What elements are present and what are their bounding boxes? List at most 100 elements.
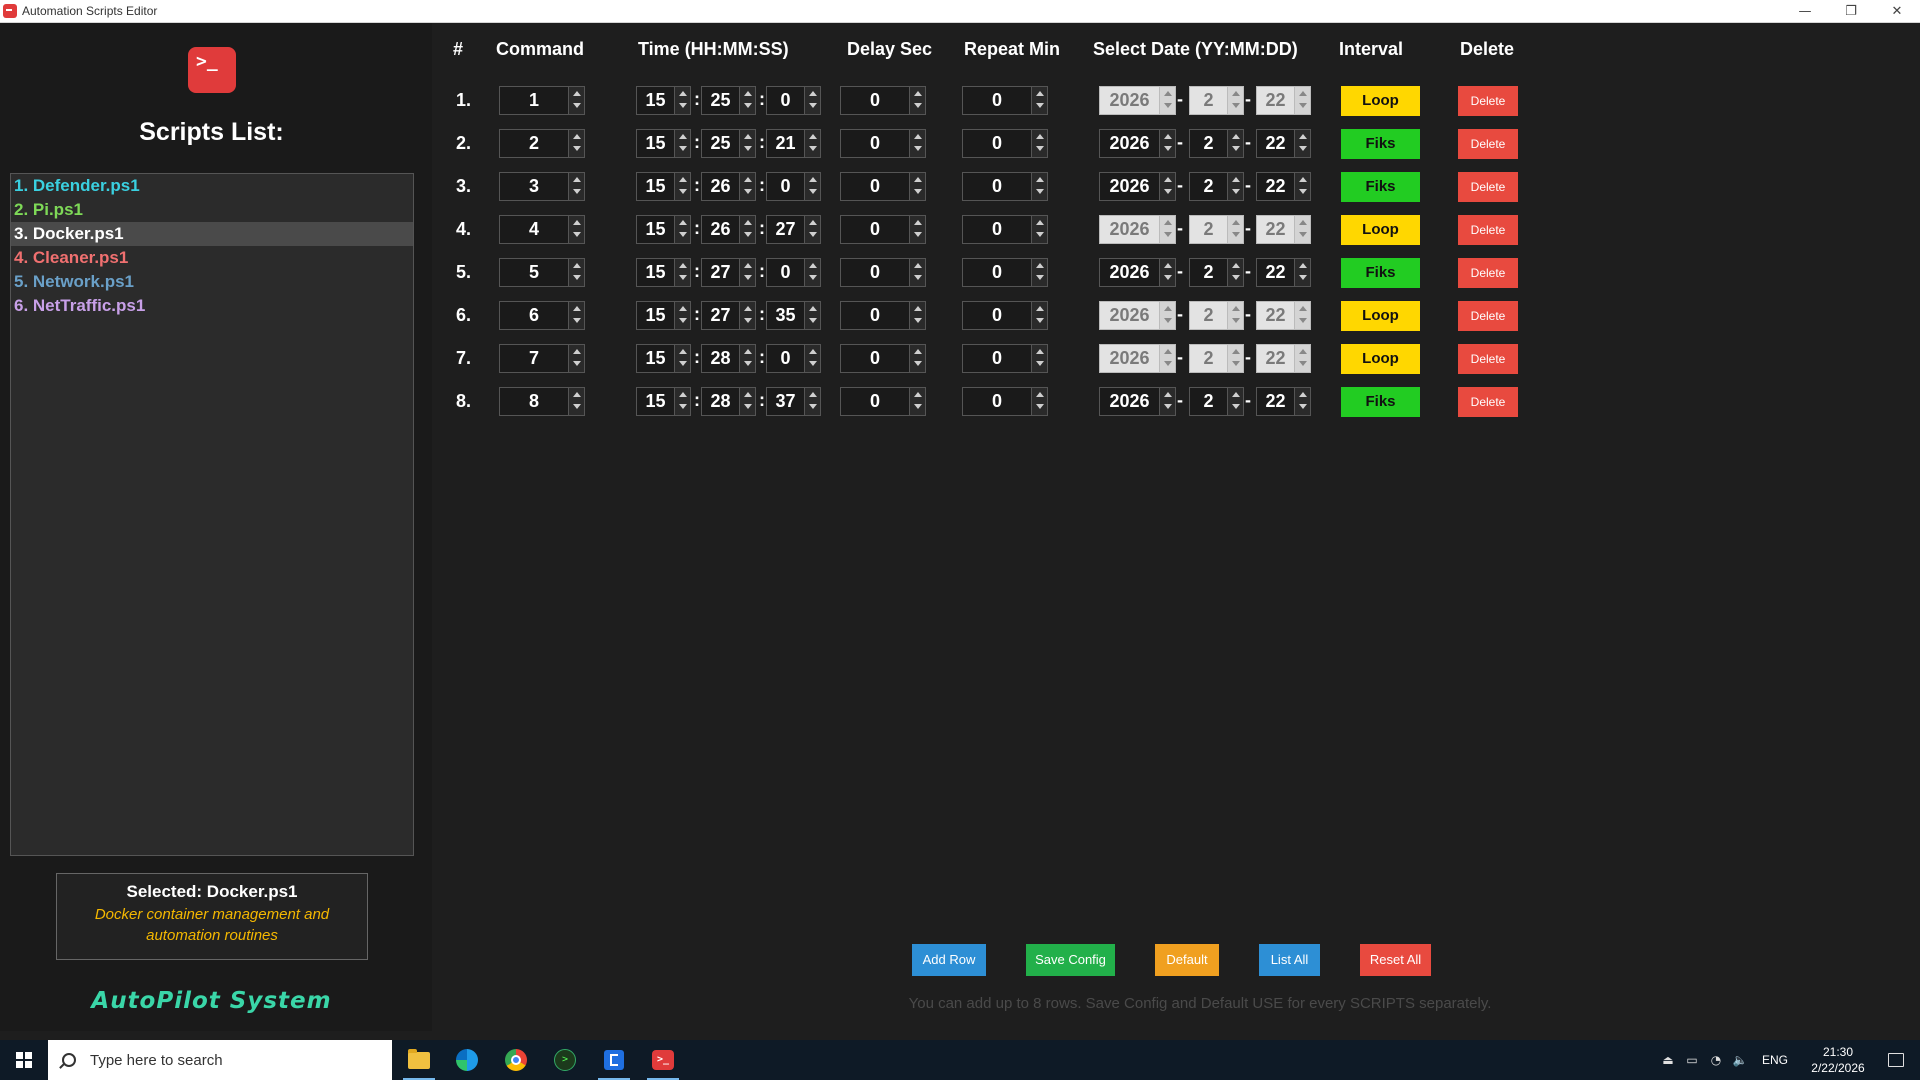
command-spinbox[interactable]: 2 — [499, 129, 585, 158]
script-item[interactable]: 4. Cleaner.ps1 — [11, 246, 413, 270]
delay-spinbox[interactable]: 0 — [840, 129, 926, 158]
spin-arrows-icon[interactable] — [739, 87, 755, 114]
second-spinbox[interactable]: 35 — [766, 301, 821, 330]
spin-arrows-icon[interactable] — [1159, 87, 1175, 114]
delay-spinbox[interactable]: 0 — [840, 258, 926, 287]
spin-arrows-icon[interactable] — [674, 345, 690, 372]
spin-arrows-icon[interactable] — [1159, 259, 1175, 286]
spin-arrows-icon[interactable] — [568, 259, 584, 286]
spin-arrows-icon[interactable] — [909, 173, 925, 200]
command-spinbox[interactable]: 5 — [499, 258, 585, 287]
month-spinbox[interactable]: 2 — [1189, 301, 1244, 330]
delay-spinbox[interactable]: 0 — [840, 387, 926, 416]
spin-arrows-icon[interactable] — [568, 130, 584, 157]
delete-row-button[interactable]: Delete — [1458, 215, 1518, 245]
spin-arrows-icon[interactable] — [804, 388, 820, 415]
day-spinbox[interactable]: 22 — [1256, 129, 1311, 158]
hour-spinbox[interactable]: 15 — [636, 387, 691, 416]
hour-spinbox[interactable]: 15 — [636, 301, 691, 330]
language-indicator[interactable]: ENG — [1752, 1053, 1798, 1067]
second-spinbox[interactable]: 0 — [766, 258, 821, 287]
start-button[interactable] — [0, 1040, 48, 1080]
spin-arrows-icon[interactable] — [674, 87, 690, 114]
day-spinbox[interactable]: 22 — [1256, 215, 1311, 244]
year-spinbox[interactable]: 2026 — [1099, 129, 1176, 158]
minute-spinbox[interactable]: 25 — [701, 129, 756, 158]
year-spinbox[interactable]: 2026 — [1099, 301, 1176, 330]
taskbar-autopilot-app[interactable]: >_ — [639, 1040, 687, 1080]
spin-arrows-icon[interactable] — [1031, 345, 1047, 372]
spin-arrows-icon[interactable] — [1031, 87, 1047, 114]
delay-spinbox[interactable]: 0 — [840, 215, 926, 244]
spin-arrows-icon[interactable] — [674, 130, 690, 157]
minute-spinbox[interactable]: 25 — [701, 86, 756, 115]
repeat-spinbox[interactable]: 0 — [962, 387, 1048, 416]
year-spinbox[interactable]: 2026 — [1099, 172, 1176, 201]
taskbar-edge[interactable] — [443, 1040, 491, 1080]
spin-arrows-icon[interactable] — [739, 388, 755, 415]
taskbar-chrome[interactable] — [492, 1040, 540, 1080]
delete-row-button[interactable]: Delete — [1458, 387, 1518, 417]
spin-arrows-icon[interactable] — [1031, 216, 1047, 243]
delete-row-button[interactable]: Delete — [1458, 258, 1518, 288]
repeat-spinbox[interactable]: 0 — [962, 129, 1048, 158]
month-spinbox[interactable]: 2 — [1189, 344, 1244, 373]
minute-spinbox[interactable]: 27 — [701, 258, 756, 287]
spin-arrows-icon[interactable] — [739, 216, 755, 243]
spin-arrows-icon[interactable] — [568, 345, 584, 372]
spin-arrows-icon[interactable] — [804, 345, 820, 372]
script-item[interactable]: 3. Docker.ps1 — [11, 222, 413, 246]
spin-arrows-icon[interactable] — [1227, 173, 1243, 200]
day-spinbox[interactable]: 22 — [1256, 301, 1311, 330]
hour-spinbox[interactable]: 15 — [636, 129, 691, 158]
month-spinbox[interactable]: 2 — [1189, 172, 1244, 201]
year-spinbox[interactable]: 2026 — [1099, 86, 1176, 115]
month-spinbox[interactable]: 2 — [1189, 129, 1244, 158]
spin-arrows-icon[interactable] — [739, 345, 755, 372]
delay-spinbox[interactable]: 0 — [840, 172, 926, 201]
hour-spinbox[interactable]: 15 — [636, 86, 691, 115]
spin-arrows-icon[interactable] — [804, 173, 820, 200]
hour-spinbox[interactable]: 15 — [636, 172, 691, 201]
wifi-icon[interactable]: ◔ — [1704, 1040, 1728, 1080]
taskbar-terminal[interactable]: > — [541, 1040, 589, 1080]
minimize-button[interactable]: — — [1782, 0, 1828, 23]
spin-arrows-icon[interactable] — [674, 173, 690, 200]
month-spinbox[interactable]: 2 — [1189, 387, 1244, 416]
spin-arrows-icon[interactable] — [568, 173, 584, 200]
year-spinbox[interactable]: 2026 — [1099, 387, 1176, 416]
spin-arrows-icon[interactable] — [804, 259, 820, 286]
usb-icon[interactable]: ⏏ — [1656, 1040, 1680, 1080]
volume-icon[interactable]: 🔈 — [1728, 1040, 1752, 1080]
interval-toggle-button[interactable]: Loop — [1341, 86, 1420, 116]
spin-arrows-icon[interactable] — [804, 302, 820, 329]
day-spinbox[interactable]: 22 — [1256, 172, 1311, 201]
day-spinbox[interactable]: 22 — [1256, 387, 1311, 416]
spin-arrows-icon[interactable] — [1294, 173, 1310, 200]
repeat-spinbox[interactable]: 0 — [962, 86, 1048, 115]
year-spinbox[interactable]: 2026 — [1099, 215, 1176, 244]
spin-arrows-icon[interactable] — [1031, 302, 1047, 329]
interval-toggle-button[interactable]: Fiks — [1341, 129, 1420, 159]
spin-arrows-icon[interactable] — [1294, 87, 1310, 114]
second-spinbox[interactable]: 0 — [766, 172, 821, 201]
taskbar-search[interactable]: Type here to search — [48, 1040, 392, 1080]
spin-arrows-icon[interactable] — [1031, 173, 1047, 200]
spin-arrows-icon[interactable] — [674, 388, 690, 415]
spin-arrows-icon[interactable] — [1159, 216, 1175, 243]
interval-toggle-button[interactable]: Loop — [1341, 301, 1420, 331]
hour-spinbox[interactable]: 15 — [636, 258, 691, 287]
year-spinbox[interactable]: 2026 — [1099, 344, 1176, 373]
spin-arrows-icon[interactable] — [674, 302, 690, 329]
spin-arrows-icon[interactable] — [1031, 130, 1047, 157]
interval-toggle-button[interactable]: Fiks — [1341, 387, 1420, 417]
spin-arrows-icon[interactable] — [1294, 302, 1310, 329]
spin-arrows-icon[interactable] — [909, 87, 925, 114]
day-spinbox[interactable]: 22 — [1256, 344, 1311, 373]
day-spinbox[interactable]: 22 — [1256, 258, 1311, 287]
spin-arrows-icon[interactable] — [1294, 345, 1310, 372]
delay-spinbox[interactable]: 0 — [840, 301, 926, 330]
spin-arrows-icon[interactable] — [739, 173, 755, 200]
delete-row-button[interactable]: Delete — [1458, 86, 1518, 116]
day-spinbox[interactable]: 22 — [1256, 86, 1311, 115]
